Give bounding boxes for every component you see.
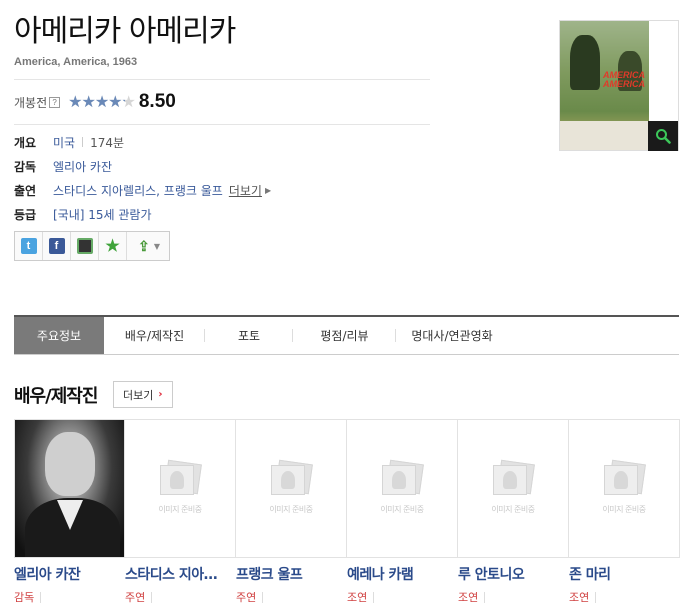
section-title-cast: 배우/제작진	[14, 386, 98, 407]
favorite-star-icon: ★	[105, 238, 120, 255]
tab-quotes-related[interactable]: 명대사/연관영화	[396, 317, 508, 354]
tab-cast-crew[interactable]: 배우/제작진	[104, 317, 205, 354]
poster-image: AMERICA AMERICA	[560, 21, 649, 150]
placeholder-image-icon	[602, 459, 646, 496]
runtime: 174분	[90, 135, 125, 150]
cast-card[interactable]: 이미지 준비중존 마리조연	[569, 419, 680, 605]
share-icon: ⇪	[138, 237, 150, 254]
info-grade: 등급 [국내] 15세 관람가	[14, 205, 152, 223]
favorite-button[interactable]: ★	[99, 232, 127, 260]
person-role: 주연	[236, 589, 347, 605]
chevron-right-icon: ›	[158, 389, 163, 400]
person-role: 조연	[458, 589, 569, 605]
photo-placeholder[interactable]: 이미지 준비중	[458, 419, 569, 558]
info-cast: 출연 스타디스 지아렐리스, 프랭크 울프 더보기 ▶	[14, 181, 271, 199]
movie-original-title: America, America, 1963	[14, 56, 138, 68]
share-facebook-button[interactable]: f	[43, 232, 71, 260]
cyworld-icon	[76, 238, 93, 254]
person-photo[interactable]	[14, 419, 125, 558]
poster-title-text: AMERICA AMERICA	[603, 70, 645, 89]
chevron-right-icon: ▶	[264, 185, 272, 195]
photo-placeholder[interactable]: 이미지 준비중	[569, 419, 680, 558]
separator	[82, 137, 84, 147]
placeholder-image-icon	[380, 459, 424, 496]
cast-more-link[interactable]: 더보기	[229, 182, 262, 199]
divider	[14, 124, 430, 125]
person-name[interactable]: 스타디스 지아렐리스	[125, 564, 229, 584]
movie-title: 아메리카 아메리카	[14, 14, 236, 49]
tab-rating-review[interactable]: 평점/리뷰	[293, 317, 396, 354]
grade-label: 등급	[14, 207, 37, 222]
magnifier-icon	[656, 129, 671, 144]
overview-label: 개요	[14, 135, 37, 150]
person-name[interactable]: 예레나 카램	[347, 564, 451, 584]
poster-zoom-button[interactable]	[648, 121, 678, 151]
facebook-icon: f	[48, 238, 65, 254]
cast-card[interactable]: 이미지 준비중루 안토니오조연	[458, 419, 569, 605]
person-role: 조연	[347, 589, 458, 605]
placeholder-image-icon	[491, 459, 535, 496]
photo-placeholder[interactable]: 이미지 준비중	[236, 419, 347, 558]
cast-list: 엘리아 카잔감독이미지 준비중스타디스 지아렐리스주연이미지 준비중프랭크 울프…	[14, 419, 680, 605]
cast-more-button[interactable]: 더보기 ›	[113, 381, 173, 408]
country-link[interactable]: 미국	[53, 134, 75, 151]
share-more-button[interactable]: ⇪ ▼	[127, 232, 169, 260]
grade-link[interactable]: [국내] 15세 관람가	[53, 206, 152, 223]
director-label: 감독	[14, 159, 37, 174]
placeholder-text: 이미지 준비중	[380, 505, 424, 514]
tab-photo[interactable]: 포토	[205, 317, 293, 354]
person-role: 감독	[14, 589, 125, 605]
share-toolbar: t f ★ ⇪ ▼	[14, 231, 170, 261]
rating-label: 개봉전	[14, 95, 48, 110]
person-name[interactable]: 엘리아 카잔	[14, 564, 118, 584]
placeholder-image-icon	[158, 459, 202, 496]
photo-placeholder[interactable]: 이미지 준비중	[347, 419, 458, 558]
movie-poster[interactable]: AMERICA AMERICA	[559, 20, 679, 151]
rating-stars: ★★★★★ ★★★★★	[68, 92, 136, 111]
placeholder-text: 이미지 준비중	[602, 505, 646, 514]
director-link[interactable]: 엘리아 카잔	[53, 158, 112, 175]
info-overview: 개요 미국 174분	[14, 133, 124, 151]
cast-card[interactable]: 엘리아 카잔감독	[14, 419, 125, 605]
person-role: 주연	[125, 589, 236, 605]
person-role: 조연	[569, 589, 680, 605]
photo-placeholder[interactable]: 이미지 준비중	[125, 419, 236, 558]
info-director: 감독 엘리아 카잔	[14, 157, 112, 175]
cast-links[interactable]: 스타디스 지아렐리스, 프랭크 울프	[53, 182, 223, 199]
person-name[interactable]: 루 안토니오	[458, 564, 562, 584]
tab-bar: 주요정보 배우/제작진 포토 평점/리뷰 명대사/연관영화	[14, 315, 679, 355]
tab-main-info[interactable]: 주요정보	[14, 317, 104, 354]
share-cyworld-button[interactable]	[71, 232, 99, 260]
placeholder-image-icon	[269, 459, 313, 496]
placeholder-text: 이미지 준비중	[158, 505, 202, 514]
cast-card[interactable]: 이미지 준비중프랭크 울프주연	[236, 419, 347, 605]
cast-card[interactable]: 이미지 준비중예레나 카램조연	[347, 419, 458, 605]
rating-score: 8.50	[138, 91, 176, 112]
placeholder-text: 이미지 준비중	[491, 505, 535, 514]
cast-card[interactable]: 이미지 준비중스타디스 지아렐리스주연	[125, 419, 236, 605]
cast-label: 출연	[14, 183, 37, 198]
person-name[interactable]: 프랭크 울프	[236, 564, 340, 584]
person-name[interactable]: 존 마리	[569, 564, 673, 584]
caret-down-icon: ▼	[153, 241, 161, 251]
help-icon[interactable]: ?	[49, 96, 61, 108]
placeholder-text: 이미지 준비중	[269, 505, 313, 514]
twitter-icon: t	[20, 238, 37, 254]
share-twitter-button[interactable]: t	[15, 232, 43, 260]
rating-row: 개봉전 ? ★★★★★ ★★★★★ 8.50	[14, 91, 176, 113]
divider	[14, 79, 430, 80]
